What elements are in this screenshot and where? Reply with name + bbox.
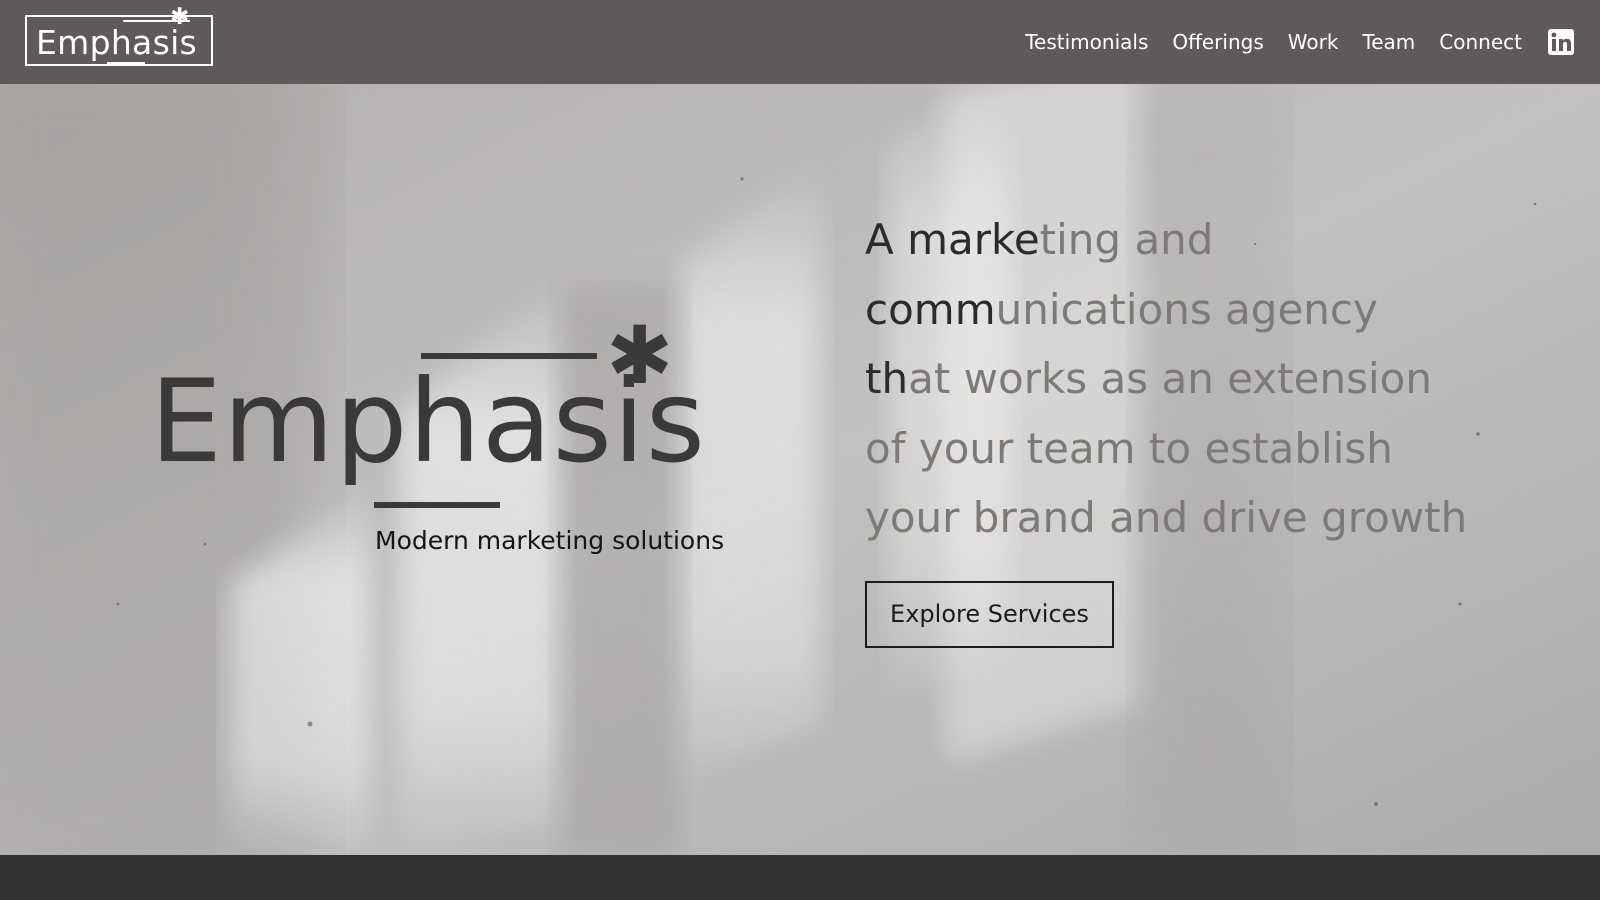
nav-link-testimonials[interactable]: Testimonials [1025, 0, 1148, 84]
nav-link-work[interactable]: Work [1288, 0, 1339, 84]
headline-line: your brand and drive growth [865, 493, 1468, 542]
footer-strip [0, 855, 1600, 900]
main-nav: Testimonials Offerings Work Team Connect [1001, 0, 1574, 84]
headline-line: that works as an extension [865, 354, 1432, 403]
brand-logo[interactable]: ✱ Emphasis [25, 4, 213, 66]
nav-link-connect[interactable]: Connect [1439, 0, 1522, 84]
hero-logo-wordmark: Emphasis [150, 355, 707, 488]
logo-bar-bottom [107, 62, 145, 64]
hero-tagline: Modern marketing solutions [375, 526, 725, 555]
hero-headline: A marketing and communications agency th… [865, 205, 1505, 553]
hero-section: ✱ Emphasis Modern marketing solutions A … [0, 84, 1600, 855]
hero-logo-bar-bottom [374, 502, 500, 508]
brand-wordmark: Emphasis [36, 23, 198, 62]
headline-line: of your team to establish [865, 423, 1393, 473]
linkedin-icon[interactable] [1548, 29, 1574, 55]
nav-link-offerings[interactable]: Offerings [1172, 0, 1263, 84]
explore-services-button[interactable]: Explore Services [865, 581, 1114, 648]
headline-line: communications agency [865, 284, 1378, 334]
hero-logo: ✱ Emphasis Modern marketing solutions [0, 84, 800, 855]
headline-line: A marketing and [865, 215, 1214, 264]
nav-link-team[interactable]: Team [1362, 0, 1415, 84]
site-header: ✱ Emphasis Testimonials Offerings Work T… [0, 0, 1600, 84]
